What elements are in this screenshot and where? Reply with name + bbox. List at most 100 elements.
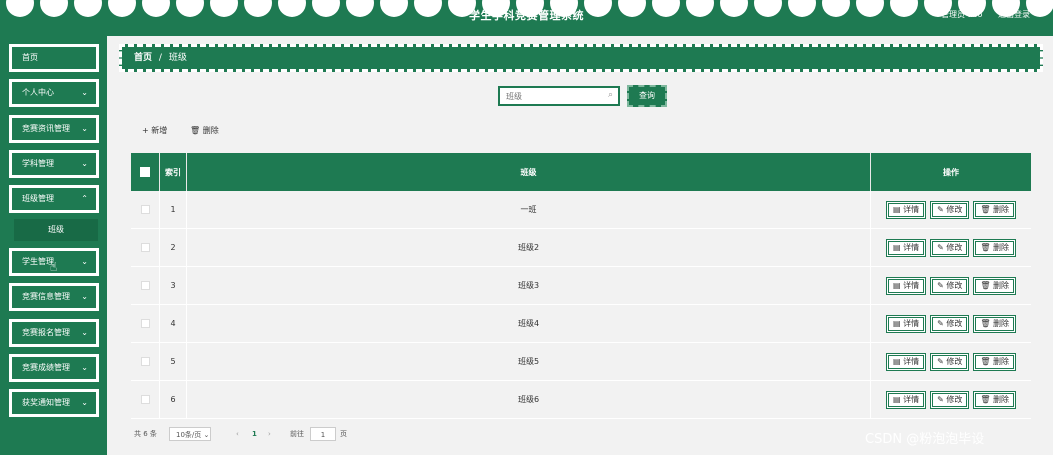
edit-button[interactable]: ✎ 修改 xyxy=(930,390,970,409)
detail-button[interactable]: ▤ 详情 xyxy=(885,314,927,333)
delete-label: 删除 xyxy=(993,394,1010,404)
delete-button[interactable]: 🗑 删除 xyxy=(973,352,1017,371)
document-icon: ▤ xyxy=(892,280,904,290)
edit-button[interactable]: ✎ 修改 xyxy=(930,314,970,333)
edit-label: 修改 xyxy=(946,356,963,366)
page-size-select[interactable]: 10条/页 ⌄ xyxy=(169,427,211,441)
table-body: 1 一班 ▤ 详情 ✎ 修改 🗑 删除 2 班级2 ▤ 详情 ✎ 修改 🗑 删除 3 班级3 ▤ 详情 ✎… xyxy=(131,191,1031,419)
detail-button[interactable]: ▤ 详情 xyxy=(885,200,927,219)
sidebar-item-label: 个人中心 xyxy=(22,88,54,97)
edit-button[interactable]: ✎ 修改 xyxy=(930,238,970,257)
logout-link[interactable]: 退出登录 xyxy=(998,9,1030,20)
table-row: 5 班级5 ▤ 详情 ✎ 修改 🗑 删除 xyxy=(131,343,1031,381)
detail-button[interactable]: ▤ 详情 xyxy=(885,390,927,409)
document-icon: ▤ xyxy=(892,394,904,404)
select-all-checkbox[interactable] xyxy=(140,167,150,177)
class-table: 索引 班级 操作 1 一班 ▤ 详情 ✎ 修改 🗑 删除 2 班级2 ▤ 详情 ✎ 修改 🗑 删除… xyxy=(131,153,1031,419)
trash-icon: 🗑 xyxy=(980,318,994,328)
header-actions: 操作 xyxy=(943,167,959,177)
sidebar-item-award-notice[interactable]: 获奖通知管理 ⌄ xyxy=(9,389,99,417)
pencil-icon: ✎ xyxy=(937,356,947,366)
row-select-cell xyxy=(131,267,160,304)
trash-icon: 🗑 xyxy=(980,280,994,290)
row-checkbox[interactable] xyxy=(140,357,150,366)
sidebar-item-competition-info[interactable]: 竞赛信息管理 ⌄ xyxy=(9,283,99,311)
document-icon: ▤ xyxy=(892,356,904,366)
sidebar-item-competition-news[interactable]: 竞赛资讯管理 ⌄ xyxy=(9,115,99,143)
detail-label: 详情 xyxy=(903,356,920,366)
sidebar-item-label: 竞赛报名管理 xyxy=(22,328,70,337)
add-button[interactable]: + 新增 xyxy=(142,125,167,136)
row-actions: ▤ 详情 ✎ 修改 🗑 删除 xyxy=(871,191,1031,228)
row-checkbox[interactable] xyxy=(140,205,150,214)
row-actions: ▤ 详情 ✎ 修改 🗑 删除 xyxy=(871,305,1031,342)
edit-button[interactable]: ✎ 修改 xyxy=(930,276,970,295)
top-header: 学生学科竞赛管理系统 管理员 abo 退出登录 xyxy=(0,0,1053,36)
delete-label: 删除 xyxy=(993,356,1010,366)
sidebar-item-subject[interactable]: 学科管理 ⌄ xyxy=(9,150,99,178)
trash-icon: 🗑 xyxy=(980,356,994,366)
detail-label: 详情 xyxy=(903,318,920,328)
detail-label: 详情 xyxy=(903,280,920,290)
chevron-down-icon: ⌄ xyxy=(81,328,88,337)
pencil-icon: ✎ xyxy=(937,280,947,290)
row-actions: ▤ 详情 ✎ 修改 🗑 删除 xyxy=(871,343,1031,380)
row-checkbox[interactable] xyxy=(140,395,150,404)
row-actions: ▤ 详情 ✎ 修改 🗑 删除 xyxy=(871,229,1031,266)
next-page-button[interactable]: › xyxy=(268,426,271,442)
row-checkbox[interactable] xyxy=(140,243,150,252)
breadcrumb-home[interactable]: 首页 xyxy=(134,53,152,63)
row-class-name: 班级6 xyxy=(187,381,871,418)
select-all-cell xyxy=(131,153,160,191)
row-select-cell xyxy=(131,381,160,418)
chevron-down-icon: ⌄ xyxy=(81,257,88,266)
sidebar-item-label: 班级管理 xyxy=(22,194,54,203)
edit-button[interactable]: ✎ 修改 xyxy=(930,352,970,371)
search-input[interactable] xyxy=(500,89,606,103)
sidebar-item-competition-signup[interactable]: 竞赛报名管理 ⌄ xyxy=(9,319,99,347)
row-class-name: 班级5 xyxy=(187,343,871,380)
trash-icon: 🗑 xyxy=(980,204,994,214)
batch-delete-button[interactable]: 🗑 删除 xyxy=(190,125,219,136)
delete-label: 删除 xyxy=(993,242,1010,252)
query-button[interactable]: 查询 xyxy=(627,85,667,107)
sidebar-item-label: 学科管理 xyxy=(22,159,54,168)
document-icon: ▤ xyxy=(892,318,904,328)
delete-button[interactable]: 🗑 删除 xyxy=(973,390,1017,409)
pencil-icon: ✎ xyxy=(937,394,947,404)
delete-button[interactable]: 🗑 删除 xyxy=(973,276,1017,295)
detail-button[interactable]: ▤ 详情 xyxy=(885,352,927,371)
page-number-current[interactable]: 1 xyxy=(252,426,257,442)
prev-page-button[interactable]: ‹ xyxy=(236,426,239,442)
edit-button[interactable]: ✎ 修改 xyxy=(930,200,970,219)
header-class: 班级 xyxy=(187,153,871,191)
sidebar-item-class[interactable]: 班级管理 ⌃ xyxy=(9,185,99,213)
delete-label: 删除 xyxy=(993,318,1010,328)
row-select-cell xyxy=(131,343,160,380)
detail-button[interactable]: ▤ 详情 xyxy=(885,276,927,295)
breadcrumb-separator: / xyxy=(158,53,162,63)
row-select-cell xyxy=(131,229,160,266)
delete-button[interactable]: 🗑 删除 xyxy=(973,238,1017,257)
delete-button[interactable]: 🗑 删除 xyxy=(973,200,1017,219)
sidebar-item-home[interactable]: 首页 xyxy=(9,44,99,72)
row-checkbox[interactable] xyxy=(140,319,150,328)
row-checkbox[interactable] xyxy=(140,281,150,290)
detail-button[interactable]: ▤ 详情 xyxy=(885,238,927,257)
sidebar-item-label: 竞赛资讯管理 xyxy=(22,124,70,133)
goto-page-input[interactable]: 1 xyxy=(310,427,336,441)
pencil-icon: ✎ xyxy=(937,204,947,214)
document-icon: ▤ xyxy=(892,242,904,252)
delete-label: 删除 xyxy=(993,204,1010,214)
page-unit-label: 页 xyxy=(340,430,347,438)
search-field: ⌕ xyxy=(498,86,620,106)
sidebar-item-label: 获奖通知管理 xyxy=(22,398,70,407)
row-select-cell xyxy=(131,191,160,228)
table-row: 6 班级6 ▤ 详情 ✎ 修改 🗑 删除 xyxy=(131,381,1031,419)
sidebar-subitem-class[interactable]: 班级 xyxy=(14,219,98,241)
delete-button[interactable]: 🗑 删除 xyxy=(973,314,1017,333)
edit-label: 修改 xyxy=(946,394,963,404)
watermark-text: CSDN @粉泡泡毕设 xyxy=(865,432,985,447)
sidebar-item-competition-score[interactable]: 竞赛成绩管理 ⌄ xyxy=(9,354,99,382)
sidebar-item-personal-center[interactable]: 个人中心 ⌄ xyxy=(9,79,99,107)
